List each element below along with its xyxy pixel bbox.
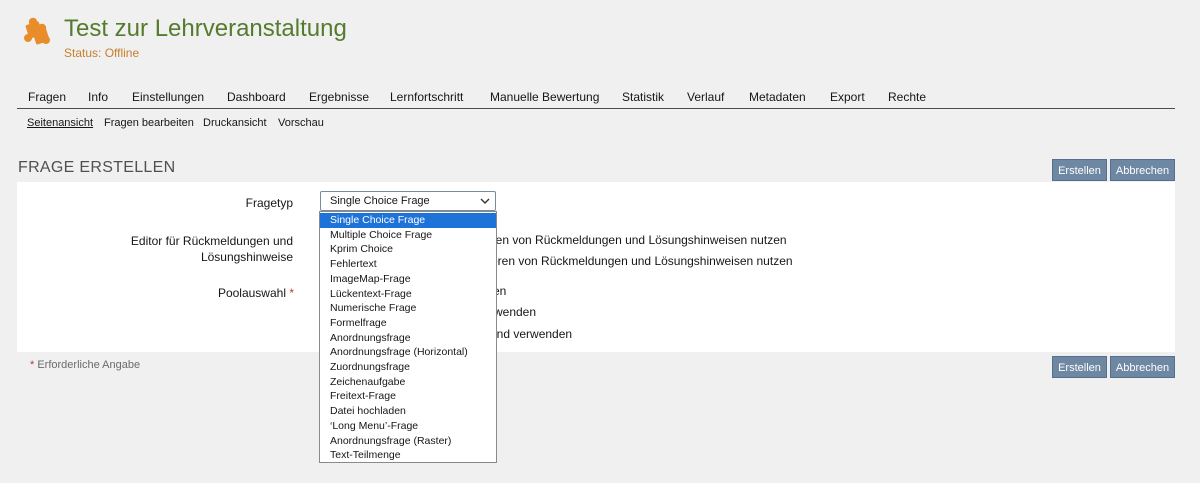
option-zuordnungsfrage[interactable]: Zuordnungsfrage [320, 360, 496, 375]
tab-manuelle-bewertung[interactable]: Manuelle Bewertung [490, 90, 599, 104]
tab-statistik[interactable]: Statistik [622, 90, 664, 104]
create-button-bottom[interactable]: Erstellen [1052, 356, 1107, 378]
status-text: Status: Offline [64, 46, 140, 60]
chevron-down-icon [480, 198, 490, 204]
tab-verlauf[interactable]: Verlauf [687, 90, 724, 104]
editor-label-line1: Editor für Rückmeldungen und [130, 234, 293, 248]
option-imagemap[interactable]: ImageMap-Frage [320, 272, 496, 287]
option-single-choice[interactable]: Single Choice Frage [320, 213, 496, 228]
option-numerische[interactable]: Numerische Frage [320, 301, 496, 316]
subtab-druckansicht[interactable]: Druckansicht [203, 117, 267, 129]
subtab-seitenansicht[interactable]: Seitenansicht [27, 117, 93, 129]
tab-ergebnisse[interactable]: Ergebnisse [309, 90, 369, 104]
pool-label-text: Poolauswahl [217, 286, 286, 300]
tab-fragen[interactable]: Fragen [28, 90, 66, 104]
tab-export[interactable]: Export [830, 90, 865, 104]
option-freitext[interactable]: Freitext-Frage [320, 389, 496, 404]
option-datei-hochladen[interactable]: Datei hochladen [320, 404, 496, 419]
fragetyp-select-value: Single Choice Frage [330, 195, 430, 207]
section-title: FRAGE ERSTELLEN [18, 159, 176, 176]
option-zeichenaufgabe[interactable]: Zeichenaufgabe [320, 375, 496, 390]
main-tabs: Fragen Info Einstellungen Dashboard Erge… [17, 88, 1175, 109]
required-note: * Erforderliche Angabe [30, 359, 140, 371]
required-note-marker: * [30, 359, 35, 371]
page: Test zur Lehrveranstaltung Status: Offli… [0, 0, 1200, 483]
fragetyp-select[interactable]: Single Choice Frage [320, 191, 496, 211]
fragetyp-dropdown: Single Choice Frage Multiple Choice Frag… [319, 211, 497, 463]
option-anordnungsfrage-raster[interactable]: Anordnungsfrage (Raster) [320, 434, 496, 449]
pool-label: Poolauswahl * [150, 286, 294, 300]
tab-lernfortschritt[interactable]: Lernfortschritt [390, 90, 463, 104]
option-anordnungsfrage-horizontal[interactable]: Anordnungsfrage (Horizontal) [320, 345, 496, 360]
editor-option-1[interactable]: eren von Rückmeldungen und Lösungshinwei… [485, 233, 787, 247]
option-formelfrage[interactable]: Formelfrage [320, 316, 496, 331]
tab-info[interactable]: Info [88, 90, 108, 104]
cancel-button-bottom[interactable]: Abbrechen [1110, 356, 1175, 378]
required-marker: * [289, 286, 294, 300]
create-button-top[interactable]: Erstellen [1052, 159, 1107, 181]
cancel-button-top[interactable]: Abbrechen [1110, 159, 1175, 181]
tab-dashboard[interactable]: Dashboard [227, 90, 286, 104]
tab-metadaten[interactable]: Metadaten [749, 90, 806, 104]
required-note-text: Erforderliche Angabe [37, 359, 141, 371]
editor-option-2[interactable]: tieren von Rückmeldungen und Lösungshinw… [485, 254, 793, 268]
option-multiple-choice[interactable]: Multiple Choice Frage [320, 228, 496, 243]
subtab-fragen-bearbeiten[interactable]: Fragen bearbeiten [104, 117, 194, 129]
option-fehlertext[interactable]: Fehlertext [320, 257, 496, 272]
editor-label-line2: Lösungshinweise [200, 250, 293, 264]
tab-rechte[interactable]: Rechte [888, 90, 926, 104]
puzzle-icon [24, 17, 50, 45]
option-anordnungsfrage[interactable]: Anordnungsfrage [320, 331, 496, 346]
subtab-vorschau[interactable]: Vorschau [278, 117, 324, 129]
fragetyp-label: Fragetyp [245, 196, 293, 210]
option-text-teilmenge[interactable]: Text-Teilmenge [320, 448, 496, 463]
option-kprim-choice[interactable]: Kprim Choice [320, 242, 496, 257]
pool-option-3[interactable]: und verwenden [490, 327, 572, 341]
page-title: Test zur Lehrveranstaltung [64, 15, 347, 42]
option-long-menu[interactable]: ‘Long Menu’-Frage [320, 419, 496, 434]
tab-einstellungen[interactable]: Einstellungen [132, 90, 204, 104]
option-lueckentext[interactable]: Lückentext-Frage [320, 287, 496, 302]
